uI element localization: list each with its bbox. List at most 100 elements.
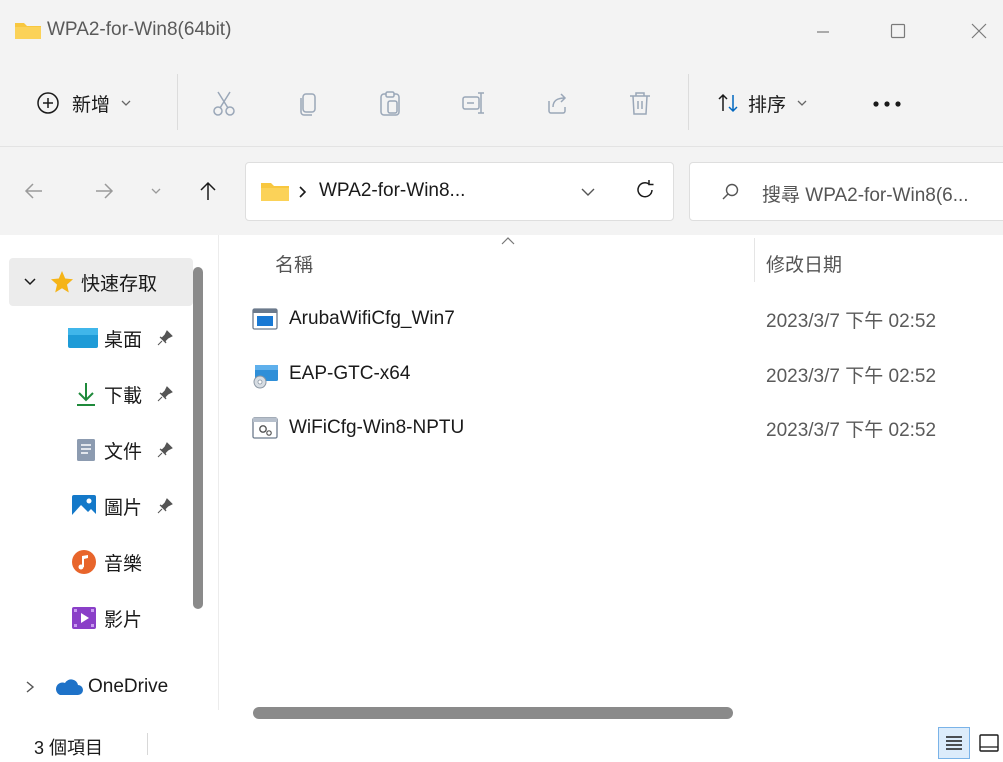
recent-locations-button[interactable] [138,173,174,209]
onedrive-cloud-icon [56,679,83,695]
navigation-pane [0,235,218,710]
column-header-name[interactable]: 名稱 [275,250,313,277]
sort-icon [718,93,738,113]
chevron-right-icon [299,186,307,198]
sort-button-label: 排序 [748,94,787,116]
refresh-icon[interactable] [634,179,656,201]
details-view-icon [946,736,962,750]
pictures-icon [72,495,96,517]
sidebar-item-quick-access[interactable]: 快速存取 [9,258,193,306]
address-path[interactable]: WPA2-for-Win8... [319,180,465,202]
desktop-icon [68,328,98,348]
arrow-right-icon [96,183,114,199]
rename-icon [462,92,484,114]
copy-button[interactable] [288,83,328,123]
forward-button[interactable] [86,173,122,209]
sidebar-item-label: 圖片 [104,497,143,519]
sort-button[interactable]: 排序 [716,86,808,120]
search-icon [722,183,739,200]
copy-icon [300,93,316,116]
up-button[interactable] [190,173,226,209]
details-view-button[interactable] [938,727,970,759]
application-icon [252,308,278,330]
sidebar-item-label: 下載 [104,385,143,407]
chevron-down-icon[interactable] [580,185,596,199]
sidebar-item-label: 快速存取 [81,273,158,295]
add-icon [37,92,59,114]
file-name: EAP-GTC-x64 [289,363,411,384]
sidebar-item-onedrive[interactable]: OneDrive [24,667,168,707]
delete-button[interactable] [620,83,660,123]
installer-icon [253,365,278,389]
close-button[interactable] [955,6,1003,56]
sidebar-item-label: OneDrive [88,676,169,697]
search-placeholder[interactable]: 搜尋 WPA2-for-Win8(6... [762,180,969,207]
file-modified-date: 2023/3/7 下午 02:52 [766,310,937,332]
rename-button[interactable] [454,83,494,123]
sidebar-item-downloads[interactable]: 下載 [74,374,174,414]
window-title: WPA2-for-Win8(64bit) [47,19,232,40]
paste-icon [380,91,400,116]
music-icon [72,550,96,574]
sidebar-item-music[interactable]: 音樂 [70,542,142,582]
file-row[interactable]: WiFiCfg-Win8-NPTU 2023/3/7 下午 02:52 [240,404,1003,452]
status-bar [0,720,1003,762]
sidebar-item-videos[interactable]: 影片 [70,598,142,638]
pin-icon[interactable] [156,441,174,459]
horizontal-scrollbar[interactable] [253,707,733,719]
column-divider[interactable] [754,238,755,282]
cut-button[interactable] [204,83,244,123]
search-box[interactable]: 搜尋 WPA2-for-Win8(6... [689,162,1003,221]
pin-icon[interactable] [156,385,174,403]
star-icon [51,271,73,293]
back-button[interactable] [16,173,52,209]
pin-icon[interactable] [156,329,174,347]
sidebar-item-label: 影片 [104,609,143,631]
trash-icon [630,92,650,115]
sidebar-item-pictures[interactable]: 圖片 [70,486,174,526]
new-button-label: 新增 [72,94,111,116]
sidebar-item-label: 桌面 [104,329,143,351]
toolbar-separator [688,74,689,130]
sidebar-scrollbar[interactable] [193,267,203,609]
sidebar-item-desktop[interactable]: 桌面 [66,318,174,358]
sort-ascending-icon [501,237,515,245]
close-icon [971,23,987,39]
maximize-icon [890,23,906,39]
command-bar [0,58,1003,147]
minimize-icon [817,31,829,33]
folder-icon [15,23,41,39]
column-header-modified[interactable]: 修改日期 [766,250,842,277]
status-divider [147,733,148,755]
download-icon [77,383,95,406]
cut-icon [213,91,235,116]
file-row[interactable]: ArubaWifiCfg_Win7 2023/3/7 下午 02:52 [240,295,1003,343]
chevron-down-icon [151,188,161,194]
chevron-down-icon[interactable] [23,275,37,289]
settings-file-icon [252,417,278,439]
folder-icon [261,183,289,201]
sidebar-item-label: 文件 [104,441,143,463]
more-options-button[interactable] [865,90,909,118]
new-button[interactable]: 新增 [36,86,132,120]
address-bar[interactable]: WPA2-for-Win8... [245,162,674,221]
file-modified-date: 2023/3/7 下午 02:52 [766,365,937,387]
pin-icon[interactable] [156,497,174,515]
tiles-view-button[interactable] [978,727,1003,759]
sidebar-item-documents[interactable]: 文件 [74,430,174,470]
pane-divider[interactable] [218,235,219,710]
paste-button[interactable] [370,83,410,123]
chevron-down-icon [121,100,131,106]
documents-icon [77,439,95,461]
videos-icon [72,607,96,629]
file-modified-date: 2023/3/7 下午 02:52 [766,419,937,441]
file-name: WiFiCfg-Win8-NPTU [289,417,465,438]
file-row[interactable]: EAP-GTC-x64 2023/3/7 下午 02:52 [240,350,1003,398]
tiles-view-icon [979,734,999,752]
minimize-button[interactable] [799,6,847,56]
item-count: 3 個項目 [34,738,104,758]
arrow-up-icon [200,181,216,200]
share-button[interactable] [537,83,577,123]
chevron-right-icon[interactable] [24,680,36,694]
maximize-button[interactable] [874,6,922,56]
